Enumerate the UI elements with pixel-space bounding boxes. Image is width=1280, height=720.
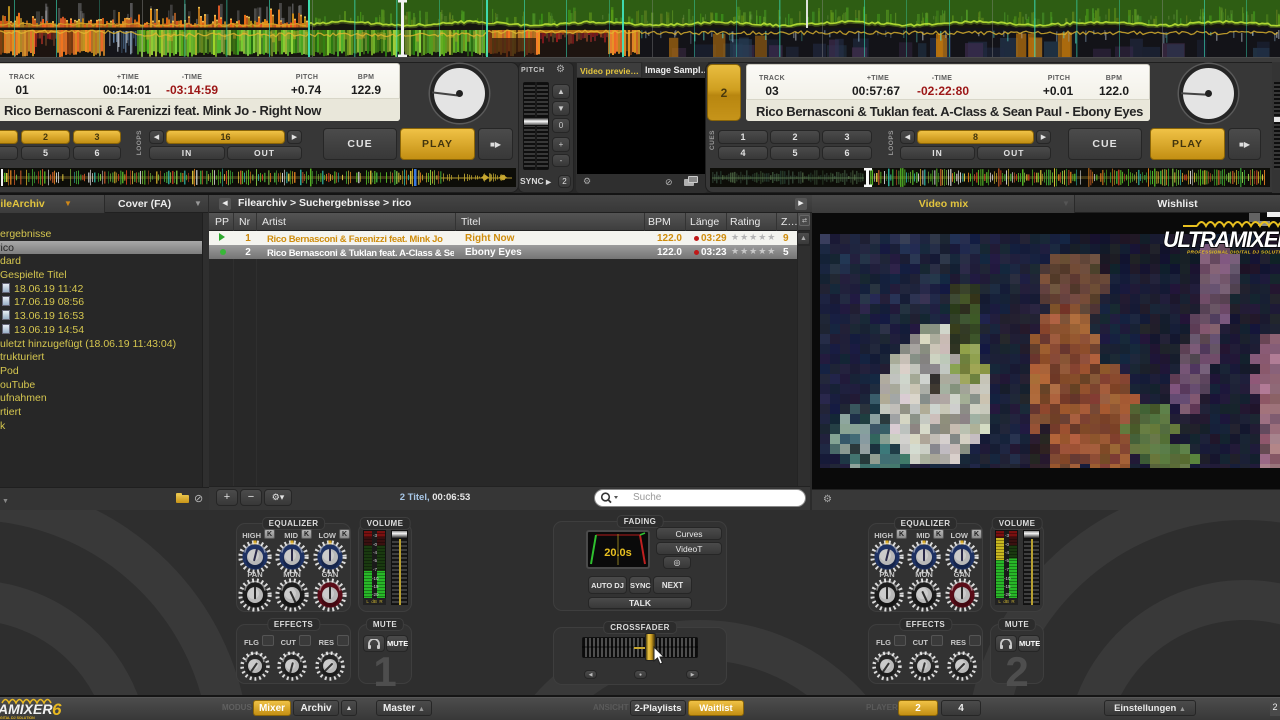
svg-text:6: 6: [52, 700, 62, 719]
svg-text:PROFESSIONAL DIGITAL DJ SOLUTI: PROFESSIONAL DIGITAL DJ SOLUTIONS: [1187, 250, 1280, 256]
svg-text:20.0s: 20.0s: [604, 547, 632, 559]
svg-text:ULTRAMIXER: ULTRAMIXER: [1163, 227, 1280, 252]
svg-text:GITAL DJ SOLUTION: GITAL DJ SOLUTION: [0, 716, 35, 720]
svg-text:AMIXER: AMIXER: [0, 701, 53, 717]
